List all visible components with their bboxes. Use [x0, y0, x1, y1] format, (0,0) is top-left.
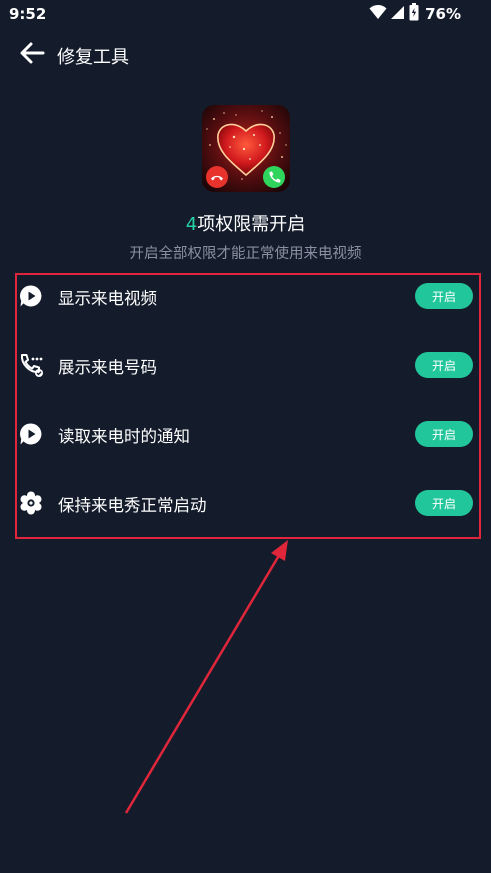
phone-dots-icon	[19, 353, 43, 377]
permission-row-keep-alive: 保持来电秀正常启动 开启	[17, 481, 479, 525]
status-bar: 9:52 76%	[0, 0, 491, 28]
status-time: 9:52	[9, 5, 47, 23]
permission-label: 展示来电号码	[58, 358, 157, 377]
video-play-icon	[19, 284, 43, 308]
signal-icon	[391, 4, 405, 24]
page-title: 修复工具	[57, 47, 129, 68]
video-play-icon	[19, 422, 43, 446]
enable-button[interactable]: 开启	[415, 490, 473, 516]
battery-icon	[409, 3, 419, 25]
enable-button[interactable]: 开启	[415, 283, 473, 309]
permission-label: 读取来电时的通知	[58, 427, 190, 446]
permission-count-headline: 4项权限需开启	[0, 210, 491, 236]
wifi-icon	[369, 4, 387, 24]
battery-percent: 76%	[425, 5, 461, 23]
headline-text: 项权限需开启	[197, 214, 306, 235]
back-button[interactable]	[16, 40, 48, 70]
app-logo-heart-call	[202, 105, 290, 192]
gear-flower-icon	[19, 491, 43, 515]
permission-label: 保持来电秀正常启动	[58, 496, 207, 515]
status-icons: 76%	[369, 3, 461, 25]
permission-row-read-notification: 读取来电时的通知 开启	[17, 412, 479, 456]
app-bar: 修复工具	[0, 30, 491, 80]
enable-button[interactable]: 开启	[415, 421, 473, 447]
enable-button[interactable]: 开启	[415, 352, 473, 378]
permission-count: 4	[185, 214, 198, 235]
permission-row-show-video: 显示来电视频 开启	[17, 274, 479, 318]
permission-row-show-number: 展示来电号码 开启	[17, 343, 479, 387]
permission-label: 显示来电视频	[58, 289, 157, 308]
headline-subtitle: 开启全部权限才能正常使用来电视频	[129, 246, 362, 262]
arrow-left-icon	[19, 41, 45, 69]
